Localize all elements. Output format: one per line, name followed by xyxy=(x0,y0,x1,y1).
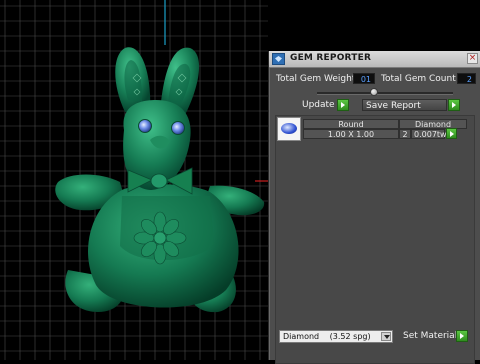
total-gem-weight-label: Total Gem Weight xyxy=(276,74,356,84)
viewport-canvas[interactable] xyxy=(0,0,268,360)
panel-title: GEM REPORTER xyxy=(290,53,372,63)
set-material-label: Set Material xyxy=(403,331,458,341)
gem-reporter-panel: GEM REPORTER × Total Gem Weight 01 Total… xyxy=(268,51,480,364)
chevron-down-icon[interactable] xyxy=(381,332,391,341)
material-spg: (3.52 spg) xyxy=(329,332,371,341)
table-row[interactable]: Round Diamond 1.00 X 1.00 2 0.007tw xyxy=(275,116,475,142)
gem-row-go-button[interactable] xyxy=(446,128,457,139)
right-eye-gem[interactable] xyxy=(171,121,185,135)
gem-icon xyxy=(272,53,285,65)
gem-count-cell: 2 xyxy=(399,129,411,139)
slider-thumb[interactable] xyxy=(370,88,378,96)
gem-size-cell: 1.00 X 1.00 xyxy=(303,129,399,139)
material-name: Diamond xyxy=(283,332,320,341)
update-button[interactable] xyxy=(337,99,349,111)
save-report-button[interactable] xyxy=(448,99,460,111)
round-gem-thumbnail[interactable] xyxy=(277,117,301,141)
gem-list[interactable] xyxy=(275,115,475,364)
gem-weight-cell: 0.007tw xyxy=(411,129,447,139)
panel-titlebar[interactable]: GEM REPORTER × xyxy=(269,51,480,68)
material-select[interactable]: Diamond (3.52 spg) xyxy=(279,330,393,343)
round-gem-icon xyxy=(281,123,297,134)
update-label: Update xyxy=(302,100,335,110)
bunny-model[interactable] xyxy=(55,47,265,313)
left-eye-gem[interactable] xyxy=(138,119,152,133)
total-gem-count-label: Total Gem Count xyxy=(381,74,456,84)
set-material-button[interactable] xyxy=(456,330,468,342)
total-gem-weight-value: 01 xyxy=(353,73,375,84)
save-report-field[interactable]: Save Report xyxy=(362,99,447,111)
close-icon[interactable]: × xyxy=(467,53,478,64)
bow-tie-knot xyxy=(150,173,168,189)
total-gem-count-value: 2 xyxy=(457,73,476,84)
column-header-shape: Round xyxy=(303,119,399,129)
save-report-label: Save Report xyxy=(366,101,421,111)
slider-track[interactable] xyxy=(317,92,453,95)
